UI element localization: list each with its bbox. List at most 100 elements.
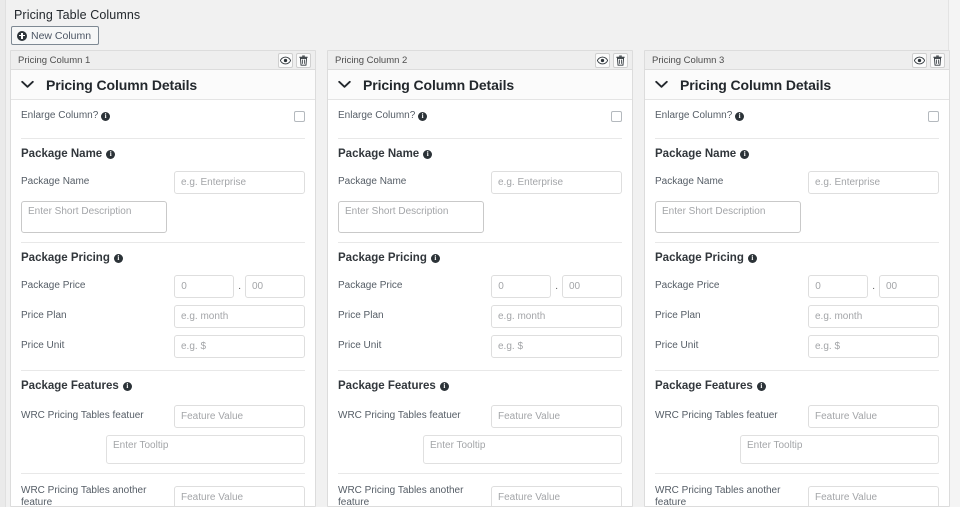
price-decimal-input[interactable]: [879, 275, 939, 298]
feature-block: WRC Pricing Tables another feature: [655, 473, 939, 506]
package-name-row: Package Name: [655, 167, 939, 197]
info-icon[interactable]: i: [735, 112, 744, 121]
info-icon[interactable]: i: [418, 112, 427, 121]
info-icon[interactable]: i: [748, 254, 757, 263]
package-price-label: Package Price: [655, 280, 808, 292]
package-name-input[interactable]: [491, 171, 622, 194]
panel-header[interactable]: Pricing Column Details: [11, 70, 315, 100]
info-icon[interactable]: i: [114, 254, 123, 263]
feature-block: WRC Pricing Tables featuer: [655, 399, 939, 464]
feature-tooltip-textarea[interactable]: [740, 435, 939, 464]
info-icon[interactable]: i: [423, 150, 432, 159]
price-unit-label: Price Unit: [21, 340, 174, 352]
package-price-inputs: .: [174, 275, 305, 298]
panel-header[interactable]: Pricing Column Details: [328, 70, 632, 100]
panel-body: Enlarge Column? i Package Name i Package…: [328, 100, 632, 506]
feature-block: WRC Pricing Tables another feature: [21, 473, 305, 506]
feature-row: WRC Pricing Tables featuer: [338, 401, 622, 431]
eye-icon-button[interactable]: [278, 53, 293, 68]
price-plan-input[interactable]: [491, 305, 622, 328]
package-price-inputs: .: [808, 275, 939, 298]
pricing-column-title: Pricing Column 2: [335, 55, 592, 66]
trash-icon-button[interactable]: [930, 53, 945, 68]
info-icon[interactable]: i: [440, 382, 449, 391]
feature-value-input[interactable]: [808, 486, 939, 507]
trash-icon-button[interactable]: [613, 53, 628, 68]
panel-heading: Pricing Column Details: [363, 77, 514, 93]
feature-tooltip-textarea[interactable]: [423, 435, 622, 464]
pricing-column: Pricing Column 2: [327, 50, 633, 507]
price-separator: .: [555, 281, 558, 292]
price-unit-input[interactable]: [174, 335, 305, 358]
enlarge-column-row: Enlarge Column? i: [338, 100, 622, 132]
enlarge-column-checkbox[interactable]: [611, 111, 622, 122]
feature-value-input[interactable]: [491, 486, 622, 507]
package-pricing-section-title: Package Pricing i: [21, 252, 123, 264]
divider: [655, 242, 939, 243]
enlarge-column-row: Enlarge Column? i: [655, 100, 939, 132]
eye-icon-button[interactable]: [595, 53, 610, 68]
package-name-section-title: Package Name i: [655, 148, 749, 160]
feature-value-input[interactable]: [491, 405, 622, 428]
package-name-input[interactable]: [174, 171, 305, 194]
price-unit-input[interactable]: [808, 335, 939, 358]
page-left-gutter: [0, 0, 6, 507]
info-icon[interactable]: i: [123, 382, 132, 391]
price-whole-input[interactable]: [174, 275, 234, 298]
price-decimal-input[interactable]: [245, 275, 305, 298]
short-description-textarea[interactable]: [338, 201, 484, 233]
package-price-inputs: .: [491, 275, 622, 298]
eye-icon: [914, 56, 925, 65]
new-column-button-label: New Column: [31, 30, 91, 42]
package-price-row: Package Price .: [655, 271, 939, 301]
feature-block: WRC Pricing Tables featuer: [21, 399, 305, 464]
enlarge-column-checkbox[interactable]: [294, 111, 305, 122]
price-unit-input[interactable]: [491, 335, 622, 358]
eye-icon-button[interactable]: [912, 53, 927, 68]
panel-heading: Pricing Column Details: [680, 77, 831, 93]
price-whole-input[interactable]: [491, 275, 551, 298]
package-features-section-row: Package Features i: [21, 373, 305, 399]
page-title: Pricing Table Columns: [14, 8, 140, 22]
price-plan-input[interactable]: [174, 305, 305, 328]
package-pricing-section-row: Package Pricing i: [338, 245, 622, 271]
price-unit-label: Price Unit: [655, 340, 808, 352]
short-description-textarea[interactable]: [655, 201, 801, 233]
info-icon[interactable]: i: [431, 254, 440, 263]
info-icon[interactable]: i: [106, 150, 115, 159]
feature-label: WRC Pricing Tables featuer: [338, 410, 491, 422]
package-features-section-row: Package Features i: [655, 373, 939, 399]
price-whole-input[interactable]: [808, 275, 868, 298]
trash-icon-button[interactable]: [296, 53, 311, 68]
price-plan-label: Price Plan: [655, 310, 808, 322]
short-description-textarea[interactable]: [21, 201, 167, 233]
enlarge-column-checkbox[interactable]: [928, 111, 939, 122]
panel-body: Enlarge Column? i Package Name i Package…: [645, 100, 949, 506]
price-plan-input[interactable]: [808, 305, 939, 328]
chevron-down-icon: [21, 80, 34, 89]
pricing-column-title: Pricing Column 3: [652, 55, 909, 66]
package-features-section-row: Package Features i: [338, 373, 622, 399]
panel-body: Enlarge Column? i Package Name i Package…: [11, 100, 315, 506]
price-decimal-input[interactable]: [562, 275, 622, 298]
new-column-button[interactable]: New Column: [11, 26, 99, 45]
divider: [655, 138, 939, 139]
pricing-column-toolbar: Pricing Column 2: [328, 51, 632, 70]
info-icon[interactable]: i: [101, 112, 110, 121]
divider: [338, 138, 622, 139]
plus-circle-icon: [17, 31, 27, 41]
price-plan-label: Price Plan: [21, 310, 174, 322]
info-icon[interactable]: i: [740, 150, 749, 159]
package-name-input[interactable]: [808, 171, 939, 194]
price-unit-row: Price Unit: [655, 331, 939, 361]
feature-tooltip-textarea[interactable]: [106, 435, 305, 464]
feature-value-input[interactable]: [174, 486, 305, 507]
divider: [21, 370, 305, 371]
panel-header[interactable]: Pricing Column Details: [645, 70, 949, 100]
info-icon[interactable]: i: [757, 382, 766, 391]
chevron-down-icon: [338, 80, 351, 89]
feature-value-input[interactable]: [174, 405, 305, 428]
package-price-label: Package Price: [21, 280, 174, 292]
package-pricing-section-row: Package Pricing i: [21, 245, 305, 271]
feature-value-input[interactable]: [808, 405, 939, 428]
